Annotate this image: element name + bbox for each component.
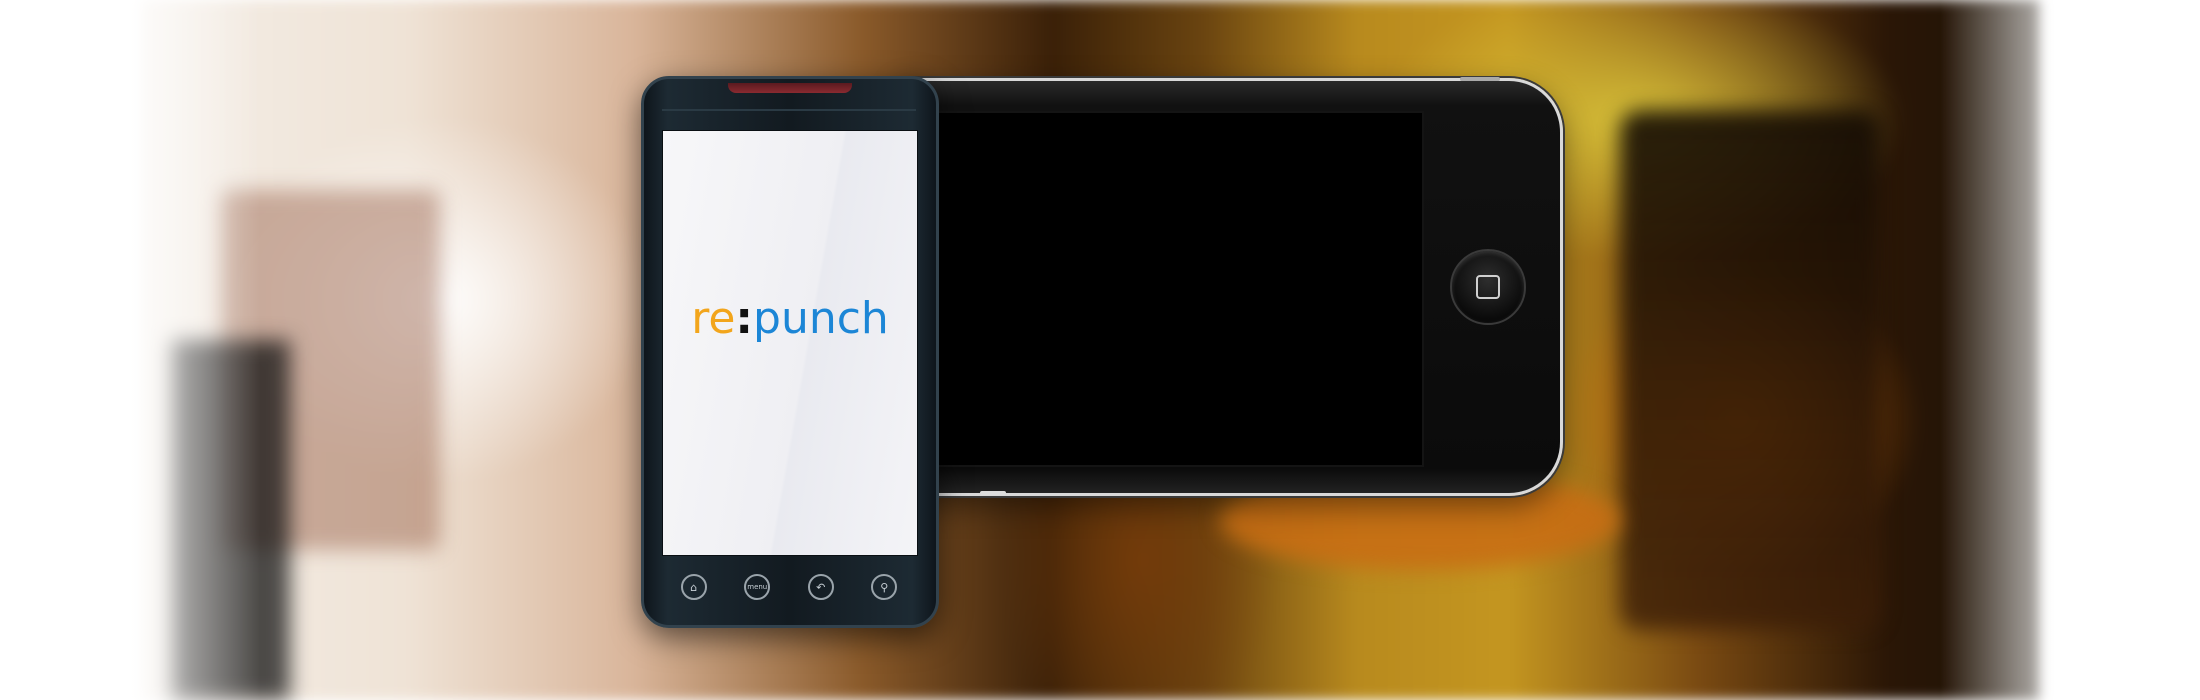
home-square-icon [1476,275,1500,299]
menu-button[interactable]: menu [744,574,771,600]
iphone-bottom-button [980,491,1006,495]
search-icon[interactable]: ⚲ [871,574,898,600]
android-phone: re:punch ⌂ menu ↶ ⚲ [641,76,939,628]
logo-re-text: re [691,293,736,344]
right-fade [1940,0,2200,700]
home-icon[interactable]: ⌂ [680,574,707,600]
iphone-home-button[interactable] [1450,249,1526,325]
android-screen: re:punch [662,130,918,556]
left-fade [0,0,260,700]
android-nav-bar: ⌂ menu ↶ ⚲ [662,561,916,613]
iphone-screen [918,111,1424,467]
chair-silhouette [1620,110,1880,630]
logo-separator: : [735,293,754,344]
android-speaker [728,83,852,93]
repunch-logo: re:punch [663,293,917,344]
iphone-landscape [900,77,1563,496]
android-top-bezel-line [662,109,916,111]
logo-punch-text: punch [753,293,889,344]
iphone-side-button [1460,77,1500,81]
hero-banner: re:punch ⌂ menu ↶ ⚲ [0,0,2200,700]
back-icon[interactable]: ↶ [807,574,834,600]
